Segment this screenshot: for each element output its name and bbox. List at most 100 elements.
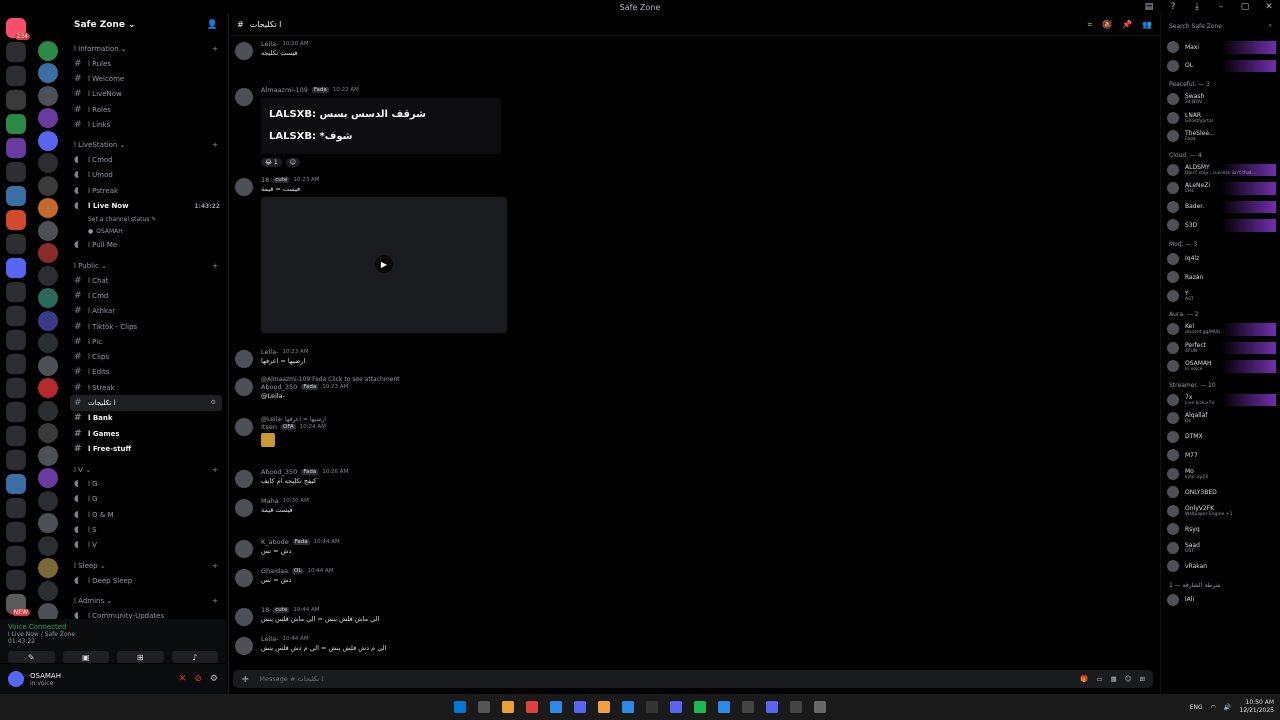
server-icon[interactable] bbox=[6, 378, 26, 398]
guild-icon[interactable] bbox=[38, 490, 58, 511]
guild-icon[interactable] bbox=[38, 535, 58, 556]
taskbar-app-icon[interactable] bbox=[742, 701, 754, 713]
message-author[interactable]: Abood_350 bbox=[261, 383, 297, 391]
guild-icon[interactable] bbox=[38, 445, 58, 466]
settings-gear-icon[interactable]: ⚙ bbox=[210, 674, 218, 684]
channel-item[interactable]: # ا Bank bbox=[66, 411, 226, 426]
video-attachment[interactable]: ▶ bbox=[261, 197, 507, 333]
member-item[interactable]: vRakan bbox=[1161, 557, 1280, 576]
chat-message[interactable]: Almaazmi-109 Fada 10:22 AM LALSXB: شرقف الد… bbox=[235, 86, 1135, 167]
taskbar-app-icon[interactable] bbox=[502, 701, 514, 713]
guild-icon[interactable] bbox=[38, 40, 58, 61]
guild-header[interactable]: Safe Zone ⌄ 👤 bbox=[66, 14, 226, 36]
member-item[interactable]: OL bbox=[1161, 57, 1280, 76]
channel-item[interactable]: ◖ ا Cmod bbox=[66, 152, 226, 167]
chat-message[interactable]: Abood_350 Fada 10:26 AM كيفج تكليجه ام كايف bbox=[235, 468, 1135, 488]
channel-item[interactable]: # ا LiveNow bbox=[66, 87, 226, 102]
avatar[interactable] bbox=[8, 671, 24, 687]
message-author[interactable]: Itsen bbox=[261, 423, 277, 431]
guild-icon[interactable] bbox=[38, 63, 58, 83]
member-item[interactable]: Perfect 4FUN bbox=[1161, 339, 1280, 358]
channel-category[interactable]: ا Public ⌄ + bbox=[66, 259, 226, 273]
taskbar-app-icon[interactable] bbox=[550, 701, 562, 713]
server-icon[interactable] bbox=[6, 234, 26, 254]
avatar[interactable] bbox=[235, 540, 253, 558]
avatar[interactable] bbox=[235, 42, 253, 60]
channel-category[interactable]: ا Information ⌄ + bbox=[66, 42, 226, 56]
channel-item[interactable]: # ا Streak bbox=[66, 380, 226, 395]
member-item[interactable]: Iq4lz bbox=[1161, 250, 1280, 269]
taskbar-app-icon[interactable] bbox=[694, 701, 706, 713]
emoji-icon[interactable]: ☺ bbox=[1125, 675, 1132, 683]
message-author[interactable]: Leila- bbox=[261, 635, 278, 643]
chat-message[interactable]: K_abode Fada 10:44 AM دش = نس bbox=[235, 538, 1135, 558]
invite-icon[interactable]: ⚙ bbox=[211, 399, 216, 406]
chat-message[interactable]: Ghaidaa OL 10:44 AM دش = نس bbox=[235, 567, 1135, 587]
screen-share-button[interactable]: ▣ bbox=[62, 651, 109, 663]
taskbar-app-icon[interactable] bbox=[646, 701, 658, 713]
clock[interactable]: 10:50 AM 12/21/2025 bbox=[1239, 699, 1274, 715]
maximize-button[interactable]: ▢ bbox=[1238, 2, 1252, 12]
message-author[interactable]: 18 bbox=[261, 176, 269, 184]
add-channel-icon[interactable]: + bbox=[212, 562, 218, 570]
channel-item[interactable]: # ا Chat bbox=[66, 273, 226, 288]
channel-item[interactable]: # ا Welcome bbox=[66, 71, 226, 86]
avatar[interactable] bbox=[235, 470, 253, 488]
channel-item[interactable]: ◖ ا O & M bbox=[66, 507, 226, 522]
member-item[interactable]: Rsyq bbox=[1161, 520, 1280, 539]
channel-item[interactable]: # ا Edits bbox=[66, 365, 226, 380]
voice-user[interactable]: ● OSAMAH bbox=[66, 226, 226, 238]
reaction-chip[interactable]: 😂 1 bbox=[261, 158, 282, 167]
attach-plus-icon[interactable]: + bbox=[241, 674, 249, 685]
sticker-icon[interactable]: ▦ bbox=[1111, 675, 1117, 683]
server-icon[interactable]: 234 bbox=[6, 18, 30, 40]
channel-status[interactable]: Set a channel status ✎ bbox=[66, 214, 226, 226]
message-author[interactable]: 18 bbox=[261, 606, 269, 614]
avatar[interactable] bbox=[235, 350, 253, 368]
deafen-icon[interactable]: ⊘ bbox=[194, 674, 202, 684]
avatar[interactable] bbox=[235, 418, 253, 436]
taskbar-app-icon[interactable] bbox=[598, 701, 610, 713]
threads-icon[interactable]: ⌗ bbox=[1088, 20, 1093, 30]
chat-message[interactable]: @Leila- ارضيها = اعرفها Itsen OFA 10:24 AM bbox=[235, 416, 1135, 447]
message-author[interactable]: K_abode bbox=[261, 538, 289, 546]
channel-item[interactable]: ◖ ا S bbox=[66, 522, 226, 537]
channel-category[interactable]: ا Admins ⌄ + bbox=[66, 594, 226, 608]
voice-location[interactable]: ا Live Now / Safe Zone bbox=[8, 631, 218, 638]
guild-icon[interactable] bbox=[38, 513, 58, 533]
invite-icon[interactable]: 👤 bbox=[207, 20, 218, 30]
taskbar-app-icon[interactable] bbox=[718, 701, 730, 713]
voice-connected-label[interactable]: Voice Connected bbox=[8, 623, 218, 631]
server-icon[interactable] bbox=[6, 474, 26, 494]
member-item[interactable]: S3D bbox=[1161, 216, 1280, 235]
server-icon[interactable] bbox=[6, 186, 26, 206]
member-item[interactable]: DTMX bbox=[1161, 428, 1280, 447]
chat-message[interactable]: 18 cute 10:44 AM الي ماش قلش ينش = الي ماش … bbox=[235, 606, 1135, 626]
message-author[interactable]: Ghaidaa bbox=[261, 567, 288, 575]
guild-icon[interactable] bbox=[38, 468, 58, 488]
member-item[interactable]: Maxi bbox=[1161, 38, 1280, 57]
guild-icon[interactable] bbox=[38, 85, 58, 106]
guild-icon[interactable] bbox=[38, 288, 58, 308]
member-item[interactable]: Swash 24 NOV bbox=[1161, 90, 1280, 109]
channel-item[interactable]: ◖ ا Live Now 1:43:22 bbox=[66, 198, 226, 213]
gif-icon[interactable]: ▭ bbox=[1096, 675, 1102, 683]
server-icon[interactable] bbox=[6, 306, 26, 326]
server-icon[interactable] bbox=[6, 210, 26, 230]
gift-icon[interactable]: 🎁 bbox=[1080, 675, 1088, 683]
add-channel-icon[interactable]: + bbox=[212, 597, 218, 605]
guild-icon[interactable] bbox=[38, 310, 58, 331]
chat-message[interactable]: Leila- 10:20 AM فيست تكليجه bbox=[235, 40, 1135, 60]
avatar[interactable] bbox=[235, 569, 253, 587]
close-button[interactable]: ✕ bbox=[1262, 2, 1276, 12]
member-item[interactable]: Mo kick: xy23 bbox=[1161, 465, 1280, 484]
chat-message[interactable]: 18 cute 10:23 AM فيست = قيمة ▶ bbox=[235, 176, 1135, 333]
server-icon[interactable] bbox=[6, 354, 26, 374]
server-icon[interactable] bbox=[6, 402, 26, 422]
server-icon[interactable] bbox=[6, 522, 26, 542]
channel-category[interactable]: ا LiveStation ⌄ + bbox=[66, 138, 226, 152]
member-item[interactable]: OnlyV2FK Wallpaper Engine +1 bbox=[1161, 502, 1280, 521]
reply-preview[interactable]: @Leila- ارضيها = اعرفها bbox=[261, 416, 1135, 423]
minimize-button[interactable]: – bbox=[1214, 2, 1228, 12]
help-icon[interactable]: ? bbox=[1166, 2, 1180, 12]
